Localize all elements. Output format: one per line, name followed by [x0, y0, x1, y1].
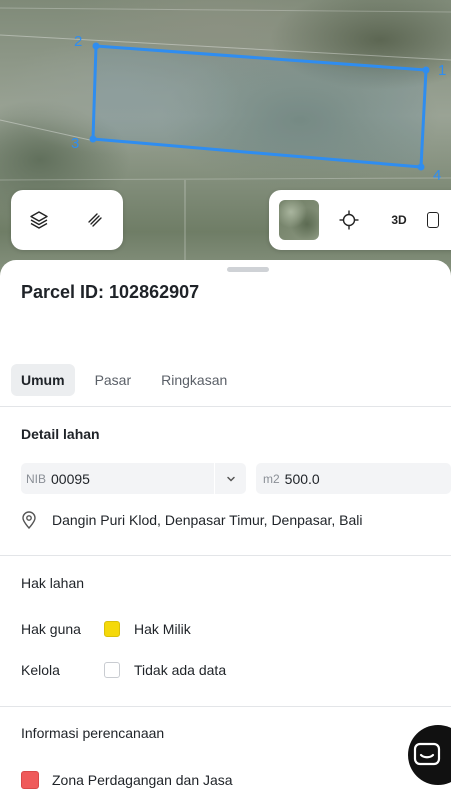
hak-guna-swatch [104, 621, 120, 637]
3d-toggle-button[interactable]: 3D [381, 213, 417, 227]
vertex-label-2: 2 [74, 33, 83, 50]
sheet-drag-handle[interactable] [227, 267, 269, 272]
parcel-detail-sheet: Parcel ID: 102862907 Umum Pasar Ringkasa… [0, 260, 451, 804]
zone-row: Zona Perdagangan dan Jasa [21, 771, 233, 789]
tab-umum[interactable]: Umum [11, 364, 75, 396]
hak-guna-label: Hak guna [21, 621, 81, 637]
area-value: 500.0 [284, 470, 320, 487]
layers-icon[interactable] [21, 202, 57, 238]
kelola-row: Kelola Tidak ada data [21, 662, 226, 678]
chevron-down-icon[interactable] [214, 463, 246, 494]
nib-select[interactable]: NIB 00095 [21, 463, 246, 494]
divider [0, 406, 451, 407]
section-title-perencanaan: Informasi perencanaan [21, 725, 165, 741]
map-toolbar-left [11, 190, 123, 250]
section-title-detail-lahan: Detail lahan [21, 426, 100, 442]
hak-guna-value: Hak Milik [134, 621, 191, 637]
zone-swatch [21, 771, 39, 789]
address-row: Dangin Puri Klod, Denpasar Timur, Denpas… [21, 511, 363, 529]
hak-guna-row: Hak guna Hak Milik [21, 621, 191, 637]
location-pin-icon [21, 511, 41, 529]
map-toolbar-right: 3D [269, 190, 451, 250]
divider [0, 706, 451, 707]
tab-pasar[interactable]: Pasar [85, 364, 142, 396]
locate-icon[interactable] [331, 202, 367, 238]
chat-icon [413, 742, 441, 768]
map-view[interactable]: 1 2 3 4 3D [0, 0, 451, 290]
address-text: Dangin Puri Klod, Denpasar Timur, Denpas… [52, 512, 363, 528]
tab-ringkasan[interactable]: Ringkasan [151, 364, 237, 396]
parcel-title: Parcel ID: 102862907 [21, 282, 200, 302]
compass-icon[interactable] [427, 212, 439, 228]
kelola-value: Tidak ada data [134, 662, 227, 678]
area-field[interactable]: m2 500.0 [256, 463, 451, 494]
kelola-swatch [104, 662, 120, 678]
vertex-label-1: 1 [438, 62, 447, 79]
nib-value: 00095 [51, 470, 90, 487]
divider [0, 555, 451, 556]
satellite-thumbnail[interactable] [279, 200, 319, 240]
detail-tabs: Umum Pasar Ringkasan [11, 364, 237, 396]
measure-icon[interactable] [77, 202, 113, 238]
zone-label: Zona Perdagangan dan Jasa [52, 772, 233, 788]
section-title-hak-lahan: Hak lahan [21, 575, 85, 591]
vertex-label-4: 4 [433, 167, 442, 184]
nib-prefix: NIB [26, 471, 47, 486]
vertex-label-3: 3 [71, 135, 80, 152]
area-prefix: m2 [263, 471, 280, 486]
kelola-label: Kelola [21, 662, 60, 678]
